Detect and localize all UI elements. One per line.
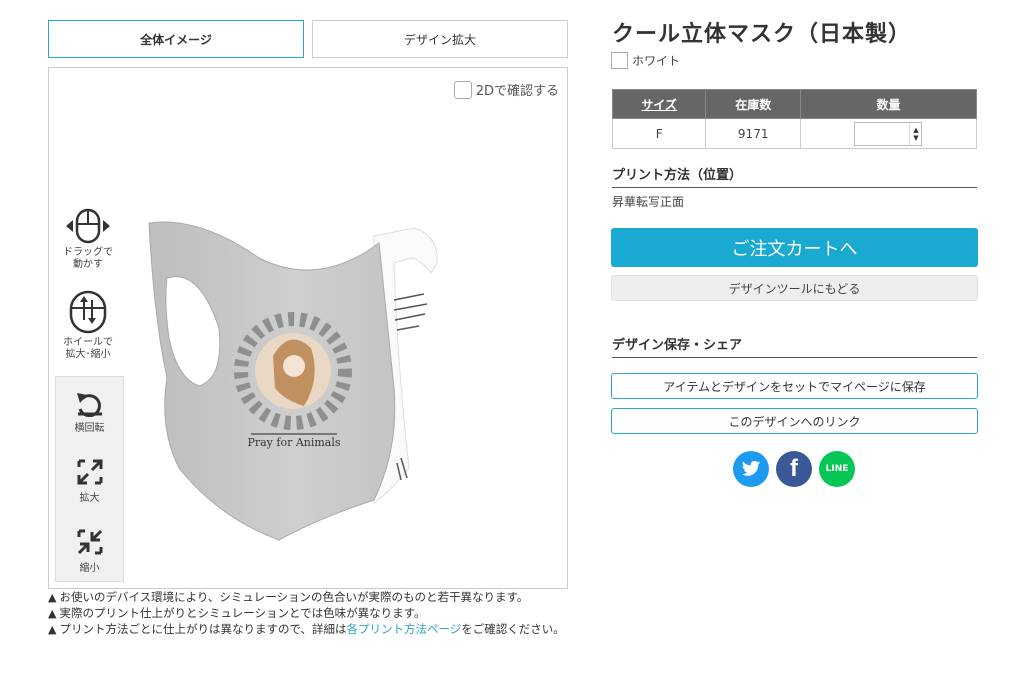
color-swatch-white[interactable] bbox=[611, 52, 628, 69]
facebook-share-button[interactable]: f bbox=[776, 451, 812, 487]
rotate-button[interactable]: 横回転 bbox=[56, 387, 123, 434]
check-2d-label: 2Dで確認する bbox=[475, 84, 559, 99]
note-3-before: プリント方法ごとに仕上がりは異なりますので、詳細は bbox=[59, 622, 347, 636]
notes: ▲ お使いのデバイス環境により、シミュレーションの色合いが実際のものと若干異なり… bbox=[48, 590, 568, 640]
back-to-design-tool-button[interactable]: デザインツールにもどる bbox=[611, 275, 978, 301]
zoom-out-button[interactable]: 縮小 bbox=[56, 527, 123, 574]
print-method-heading: プリント方法（位置） bbox=[612, 164, 977, 188]
size-cell: F bbox=[611, 118, 707, 149]
note-text-2: 実際のプリント仕上がりとシミュレーションとでは色味が異なります。 bbox=[59, 606, 426, 620]
decrement-icon[interactable]: ▼ bbox=[913, 134, 918, 142]
note-3: ▲ プリント方法ごとに仕上がりは異なりますので、詳細は各プリント方法ページをご確… bbox=[48, 622, 568, 636]
mask-image: Pray for Animals bbox=[148, 221, 438, 541]
warning-icon: ▲ bbox=[48, 591, 57, 604]
facebook-icon: f bbox=[790, 455, 798, 482]
wheel-hint-label: ホイールで拡大･縮小 bbox=[63, 337, 113, 360]
twitter-share-button[interactable] bbox=[733, 451, 769, 487]
tab-overall-image[interactable]: 全体イメージ bbox=[48, 20, 304, 58]
drag-hint: ドラッグで動かす bbox=[57, 208, 119, 271]
zoom-in-label: 拡大 bbox=[79, 493, 100, 504]
quantity-value[interactable] bbox=[855, 123, 909, 145]
mouse-drag-icon bbox=[66, 208, 110, 244]
quantity-spinner[interactable]: ▲ ▼ bbox=[909, 122, 921, 145]
mouse-wheel-icon bbox=[69, 290, 107, 334]
quantity-stepper[interactable]: ▲ ▼ bbox=[854, 121, 923, 146]
warning-icon: ▲ bbox=[48, 607, 57, 620]
mask-3d-preview[interactable]: 2Dで確認する ドラッグで動かす ホイールで拡大･縮小 横回転 拡大 縮小 Pr… bbox=[48, 67, 568, 589]
zoom-in-button[interactable]: 拡大 bbox=[56, 457, 123, 504]
wheel-hint: ホイールで拡大･縮小 bbox=[57, 290, 119, 361]
warning-icon: ▲ bbox=[48, 623, 57, 636]
size-header[interactable]: サイズ bbox=[611, 89, 707, 119]
shrink-icon bbox=[77, 529, 102, 555]
note-text-1: お使いのデバイス環境により、シミュレーションの色合いが実際のものと若干異なります… bbox=[59, 590, 529, 604]
design-link-button[interactable]: このデザインへのリンク bbox=[611, 408, 978, 434]
rotate-icon bbox=[76, 393, 102, 417]
expand-icon bbox=[77, 459, 102, 485]
note-1: ▲ お使いのデバイス環境により、シミュレーションの色合いが実際のものと若干異なり… bbox=[48, 590, 568, 604]
table-row: F 9171 ▲ ▼ bbox=[611, 118, 978, 149]
increment-icon[interactable]: ▲ bbox=[913, 126, 918, 134]
view-control-panel: 横回転 拡大 縮小 bbox=[55, 376, 124, 582]
zoom-out-label: 縮小 bbox=[79, 563, 100, 574]
quantity-header: 数量 bbox=[799, 89, 978, 119]
note-3-after: をご確認ください。 bbox=[461, 622, 565, 636]
print-method-value: 昇華転写正面 bbox=[612, 195, 685, 209]
line-icon: LINE bbox=[825, 464, 849, 474]
mask-print-text: Pray for Animals bbox=[247, 436, 340, 449]
order-cart-button[interactable]: ご注文カートへ bbox=[611, 228, 978, 267]
note-2: ▲ 実際のプリント仕上がりとシミュレーションとでは色味が異なります。 bbox=[48, 606, 568, 620]
product-title: クール立体マスク（日本製） bbox=[612, 22, 912, 47]
note-text-3: プリント方法ごとに仕上がりは異なりますので、詳細は各プリント方法ページをご確認く… bbox=[59, 622, 565, 636]
color-option[interactable]: ホワイト bbox=[611, 52, 680, 69]
print-method-page-link[interactable]: 各プリント方法ページ bbox=[347, 622, 462, 636]
check-2d-checkbox[interactable] bbox=[453, 80, 472, 99]
save-to-mypage-button[interactable]: アイテムとデザインをセットでマイページに保存 bbox=[611, 373, 978, 399]
tab-design-zoom[interactable]: デザイン拡大 bbox=[312, 20, 568, 58]
twitter-icon bbox=[741, 460, 761, 476]
line-share-button[interactable]: LINE bbox=[819, 451, 855, 487]
check-2d[interactable]: 2Dで確認する bbox=[453, 80, 559, 99]
drag-hint-label: ドラッグで動かす bbox=[63, 247, 113, 270]
stock-cell: 9171 bbox=[705, 118, 801, 149]
rotate-label: 横回転 bbox=[74, 423, 105, 434]
stock-header: 在庫数 bbox=[705, 89, 801, 119]
color-label: ホワイト bbox=[632, 54, 681, 68]
quantity-cell: ▲ ▼ bbox=[799, 118, 978, 149]
save-share-heading: デザイン保存・シェア bbox=[612, 334, 977, 358]
stock-table: サイズ 在庫数 数量 F 9171 ▲ ▼ bbox=[611, 89, 978, 149]
